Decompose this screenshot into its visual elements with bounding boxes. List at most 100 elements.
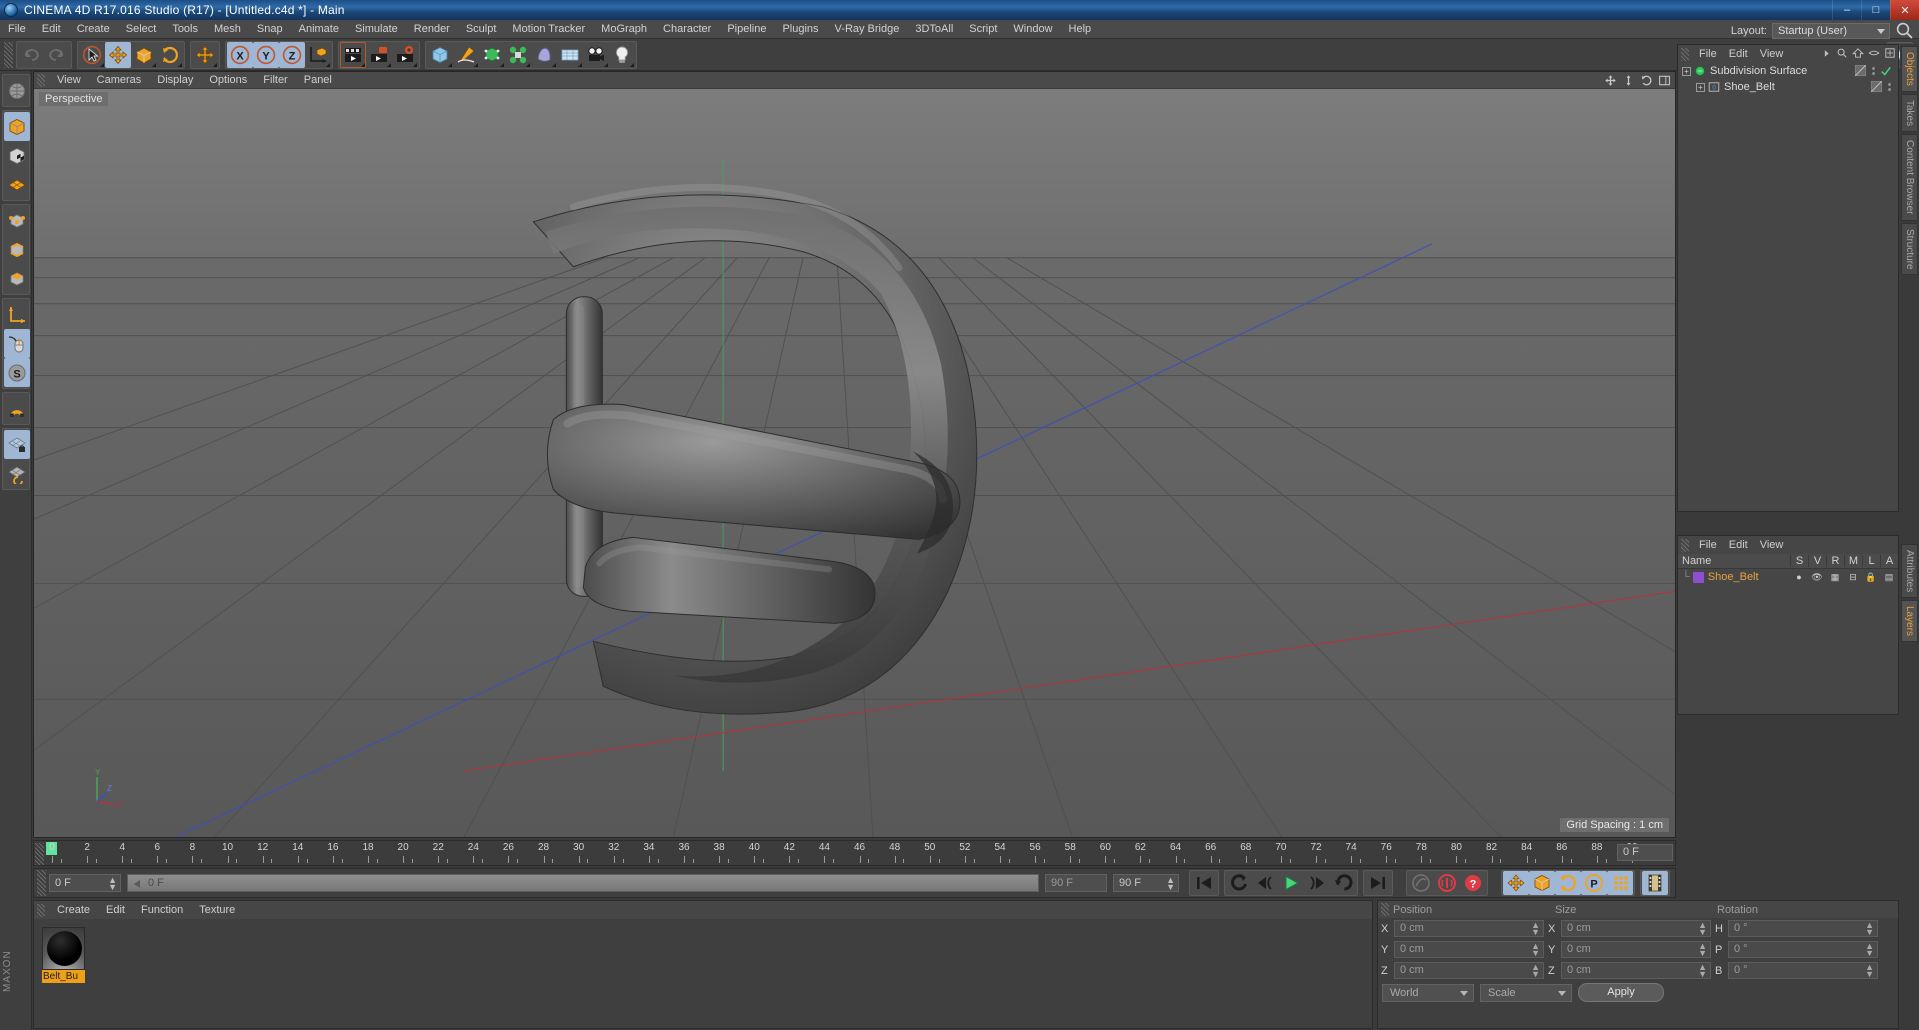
solo-dot-icon[interactable]: ● <box>1790 572 1808 582</box>
layer-menu-edit[interactable]: Edit <box>1723 539 1754 551</box>
undo-button[interactable] <box>18 42 44 68</box>
viewport-menu-filter[interactable]: Filter <box>255 72 295 89</box>
maximize-viewport-icon[interactable] <box>1658 74 1671 87</box>
chevron-right-icon[interactable] <box>1821 48 1832 59</box>
dock-tab-attributes[interactable]: Attributes <box>1901 544 1918 599</box>
menu-item-character[interactable]: Character <box>655 20 719 39</box>
menu-item-edit[interactable]: Edit <box>34 20 69 39</box>
add-spline-button[interactable] <box>453 42 479 68</box>
material-menu-edit[interactable]: Edit <box>98 904 133 916</box>
material-thumbnail[interactable] <box>42 927 85 970</box>
autokey-button[interactable] <box>1408 871 1434 895</box>
layer-rows[interactable]: └ Shoe_Belt ● 👁 ▦ ⊟ 🔒 ▤ <box>1678 569 1898 714</box>
layout-icon[interactable] <box>1884 47 1896 59</box>
menu-item-help[interactable]: Help <box>1061 20 1100 39</box>
menu-item-snap[interactable]: Snap <box>249 20 291 39</box>
minimize-button[interactable]: – <box>1832 0 1861 20</box>
magnet-button[interactable] <box>4 394 30 423</box>
menu-item-mograph[interactable]: MoGraph <box>593 20 655 39</box>
object-tags[interactable] <box>1854 64 1892 77</box>
viewport-menu-options[interactable]: Options <box>201 72 255 89</box>
menu-item-plugins[interactable]: Plugins <box>774 20 826 39</box>
enabled-check-icon[interactable] <box>1880 65 1892 77</box>
rotation-h-field[interactable]: 0 ° ▲ ▼ <box>1728 920 1878 937</box>
material-list[interactable]: Belt_Bu <box>34 919 1372 983</box>
spinner-icon[interactable]: ▲ ▼ <box>108 876 117 892</box>
enable-snap-button[interactable]: S <box>4 358 30 387</box>
viewport-menu-grip[interactable] <box>37 73 45 87</box>
timeline-button[interactable] <box>1642 871 1668 895</box>
timeline-grip[interactable] <box>35 843 44 865</box>
spinner-icon[interactable]: ▲ ▼ <box>1531 921 1540 937</box>
rotation-key-button[interactable] <box>1555 871 1581 895</box>
position-y-field[interactable]: 0 cm ▲ ▼ <box>1394 941 1544 958</box>
end-frame-field[interactable]: 90 F ▲ ▼ <box>1113 874 1179 892</box>
render-icon[interactable]: ▦ <box>1826 572 1844 583</box>
loop-button[interactable] <box>1330 871 1356 895</box>
layer-menu-grip[interactable] <box>1681 538 1689 552</box>
go-to-end-button[interactable] <box>1365 871 1391 895</box>
spinner-icon[interactable]: ▲ ▼ <box>1698 921 1707 937</box>
step-forward-button[interactable] <box>1304 871 1330 895</box>
position-x-field[interactable]: 0 cm ▲ ▼ <box>1394 920 1544 937</box>
viewport[interactable]: View Cameras Display Options Filter Panel Per… <box>33 71 1676 838</box>
menu-item-select[interactable]: Select <box>118 20 165 39</box>
spinner-icon[interactable]: ▲ ▼ <box>1531 942 1540 958</box>
dock-tab-layers[interactable]: Layers <box>1901 600 1918 643</box>
spinner-icon[interactable]: ▲ ▼ <box>1865 921 1874 937</box>
expander-icon[interactable]: + <box>1682 66 1691 76</box>
add-camera-button[interactable] <box>583 42 609 68</box>
edge-mode-button[interactable] <box>4 235 30 264</box>
object-menu-edit[interactable]: Edit <box>1723 48 1754 60</box>
search-icon[interactable] <box>1836 47 1848 59</box>
coordinates-manager[interactable]: Position Size Rotation X 0 cm ▲ ▼ X 0 cm ▲ ▼ H 0 … <box>1377 900 1899 1029</box>
scale-viewport-icon[interactable] <box>1622 74 1635 87</box>
eye-icon[interactable] <box>1868 47 1880 59</box>
param-key-button[interactable]: P <box>1581 871 1607 895</box>
spinner-icon[interactable]: ▲ ▼ <box>1698 963 1707 979</box>
toolbar-grip[interactable] <box>4 41 13 68</box>
right-tabs-bottom[interactable]: Attributes Layers <box>1901 544 1918 644</box>
coordinate-mode-dropdown[interactable]: Scale <box>1480 983 1572 1002</box>
timeline-ruler[interactable]: 0 2 4 6 8 10 12 14 16 18 20 22 24 26 28 30 32 34 36 38 40 42 4… <box>33 840 1676 866</box>
scrub-handle-icon[interactable] <box>134 880 140 888</box>
select-tool[interactable] <box>79 42 105 68</box>
render-view-button[interactable] <box>340 41 366 68</box>
record-active-objects-button[interactable] <box>1434 871 1460 895</box>
object-row[interactable]: +0 Shoe_Belt <box>1678 79 1898 95</box>
right-dock-tabs[interactable]: Objects Takes Content Browser Structure Att… <box>1900 44 1919 1030</box>
move-viewport-icon[interactable] <box>1604 74 1617 87</box>
lock-y-button[interactable]: Y <box>253 41 279 68</box>
apply-button[interactable]: Apply <box>1578 983 1664 1002</box>
layer-menu-file[interactable]: File <box>1693 539 1723 551</box>
menu-item-file[interactable]: File <box>0 20 34 39</box>
move-tool[interactable] <box>105 41 131 68</box>
object-menu-file[interactable]: File <box>1693 48 1723 60</box>
spinner-icon[interactable]: ▲ ▼ <box>1531 963 1540 979</box>
maximize-button[interactable]: □ <box>1861 0 1890 20</box>
redo-button[interactable] <box>44 42 70 68</box>
coordinates-grip[interactable] <box>1381 903 1389 916</box>
layer-row[interactable]: └ Shoe_Belt ● 👁 ▦ ⊟ 🔒 ▤ <box>1678 569 1898 585</box>
current-frame-input[interactable]: 0 F ▲ ▼ <box>49 874 121 892</box>
viewport-panel-icons[interactable] <box>1604 74 1671 87</box>
object-menu-grip[interactable] <box>1681 47 1689 61</box>
current-frame-field[interactable]: 0 F <box>1617 844 1673 861</box>
step-back-button[interactable] <box>1252 871 1278 895</box>
search-icon[interactable] <box>1895 21 1915 41</box>
rotate-viewport-icon[interactable] <box>1640 74 1653 87</box>
material-menu-grip[interactable] <box>37 903 45 917</box>
visibility-dots-icon[interactable] <box>1887 82 1892 91</box>
menu-item-render[interactable]: Render <box>406 20 458 39</box>
viewport-menu-view[interactable]: View <box>49 72 89 89</box>
size-y-field[interactable]: 0 cm ▲ ▼ <box>1561 941 1711 958</box>
menu-item-sculpt[interactable]: Sculpt <box>458 20 505 39</box>
scale-key-button[interactable] <box>1529 871 1555 895</box>
go-to-start-button[interactable] <box>1191 871 1217 895</box>
menu-item-mesh[interactable]: Mesh <box>206 20 249 39</box>
home-icon[interactable] <box>1852 47 1864 59</box>
object-manager[interactable]: File Edit View + Subdivision Surface +0 Shoe_… <box>1677 44 1899 512</box>
menu-item-simulate[interactable]: Simulate <box>347 20 406 39</box>
layer-menu-view[interactable]: View <box>1754 539 1790 551</box>
add-deformer-button[interactable] <box>531 42 557 68</box>
